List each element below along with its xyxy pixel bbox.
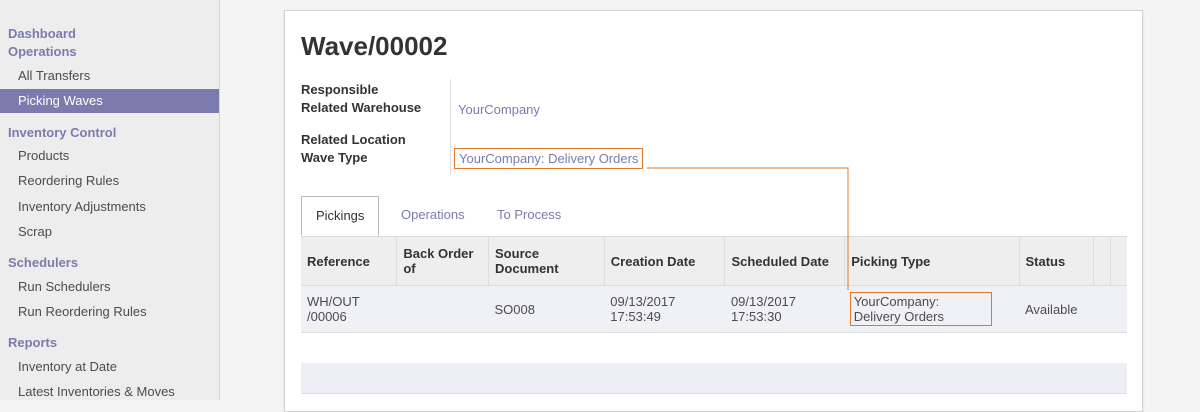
col-scheduled-date[interactable]: Scheduled Date [724, 236, 845, 286]
field-separator [450, 79, 451, 175]
sidebar-section-inventory-control[interactable]: Inventory Control [0, 125, 116, 140]
sidebar-section-operations[interactable]: Operations [0, 44, 77, 59]
cell-reference[interactable]: WH/OUT /00006 [301, 285, 397, 333]
col-status[interactable]: Status [1018, 236, 1094, 286]
table-row[interactable]: WH/OUT /00006 SO008 09/13/2017 17:53:49 … [301, 285, 1127, 333]
cell-picking-type[interactable]: YourCompany: Delivery Orders [844, 285, 1019, 333]
form-sheet: Wave/00002 Responsible Related Warehouse… [284, 10, 1143, 412]
sidebar-section-reports[interactable]: Reports [0, 335, 57, 350]
cell-back-order-of[interactable] [396, 285, 489, 333]
col-extra-2 [1110, 236, 1127, 286]
col-creation-date[interactable]: Creation Date [603, 236, 725, 286]
tab-to-process[interactable]: To Process [483, 196, 575, 234]
sidebar-item-picking-waves[interactable]: Picking Waves [0, 89, 219, 113]
responsible-label: Responsible [301, 82, 379, 97]
main-content: Wave/00002 Responsible Related Warehouse… [220, 0, 1200, 412]
col-picking-type[interactable]: Picking Type [844, 236, 1019, 286]
sidebar: Dashboard Operations All Transfers Picki… [0, 0, 220, 400]
picking-type-value: YourCompany: Delivery Orders [849, 292, 992, 326]
sidebar-item-inventory-adjustments[interactable]: Inventory Adjustments [0, 195, 219, 219]
tab-operations[interactable]: Operations [387, 196, 479, 234]
sidebar-section-schedulers[interactable]: Schedulers [0, 255, 78, 270]
col-back-order-of[interactable]: Back Order of [396, 236, 489, 286]
empty-row [301, 333, 1127, 364]
col-reference[interactable]: Reference [301, 236, 397, 286]
related-location-label: Related Location [301, 132, 406, 147]
notebook-tabs: Pickings Operations To Process [301, 196, 1127, 236]
empty-row-footer [301, 363, 1127, 394]
sidebar-item-inventory-at-date[interactable]: Inventory at Date [0, 355, 219, 379]
cell-status[interactable]: Available [1019, 285, 1094, 333]
cell-creation-date[interactable]: 09/13/2017 17:53:49 [604, 285, 725, 333]
tab-pickings[interactable]: Pickings [301, 196, 380, 236]
pickings-table: Reference Back Order of Source Document … [301, 236, 1127, 333]
cell-extra-1 [1093, 285, 1111, 333]
sidebar-item-run-schedulers[interactable]: Run Schedulers [0, 275, 219, 299]
related-warehouse-label: Related Warehouse [301, 100, 422, 115]
sidebar-section-dashboard[interactable]: Dashboard [0, 26, 76, 41]
sidebar-item-run-reordering-rules[interactable]: Run Reordering Rules [0, 300, 219, 324]
cell-extra-2 [1110, 285, 1127, 333]
sidebar-item-latest-inventories-moves[interactable]: Latest Inventories & Moves [0, 380, 219, 404]
wave-type-value[interactable]: YourCompany: Delivery Orders [453, 148, 644, 169]
sidebar-item-all-transfers[interactable]: All Transfers [0, 64, 219, 88]
col-extra-1 [1093, 236, 1111, 286]
table-header-row: Reference Back Order of Source Document … [301, 236, 1127, 286]
sidebar-item-reordering-rules[interactable]: Reordering Rules [0, 169, 219, 193]
cell-source-document[interactable]: SO008 [488, 285, 605, 333]
related-warehouse-value[interactable]: YourCompany [458, 102, 540, 117]
sidebar-item-products[interactable]: Products [0, 144, 219, 168]
cell-scheduled-date[interactable]: 09/13/2017 17:53:30 [724, 285, 845, 333]
page-title: Wave/00002 [301, 31, 448, 61]
sidebar-item-scrap[interactable]: Scrap [0, 220, 219, 244]
col-source-document[interactable]: Source Document [488, 236, 605, 286]
wave-type-label: Wave Type [301, 150, 368, 165]
